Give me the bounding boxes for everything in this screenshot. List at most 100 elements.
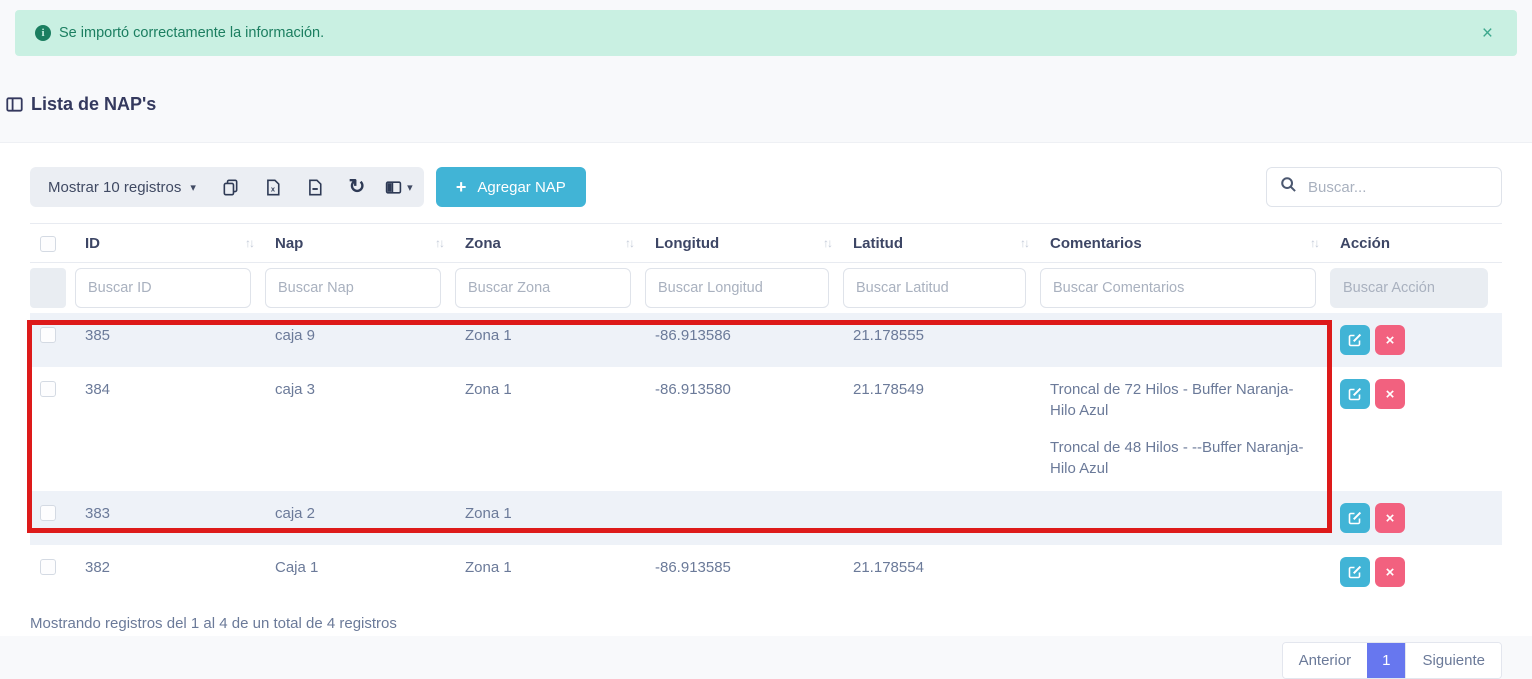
- comment-line: Troncal de 48 Hilos - --Buffer Naranja- …: [1050, 437, 1320, 479]
- cell-comentarios: [1040, 545, 1330, 599]
- edit-icon: [1348, 565, 1362, 579]
- cell-id: 383: [75, 491, 265, 545]
- alert-message: Se importó correctamente la información.: [59, 25, 324, 41]
- plus-icon: +: [456, 178, 467, 196]
- edit-button[interactable]: [1340, 503, 1370, 533]
- sort-icon: ↑↓: [823, 236, 833, 250]
- edit-icon: [1348, 333, 1362, 347]
- column-visibility-button[interactable]: ▾: [378, 167, 420, 207]
- cell-id: 385: [75, 313, 265, 367]
- pagination-container: Anterior 1 Siguiente: [30, 642, 1502, 679]
- header-zona[interactable]: Zona↑↓: [455, 224, 645, 263]
- success-alert: i Se importó correctamente la informació…: [15, 10, 1517, 56]
- add-nap-label: Agregar NAP: [477, 179, 565, 196]
- cell-nap: caja 3: [265, 367, 455, 491]
- filter-accion-input: [1330, 268, 1488, 308]
- pdf-export-button[interactable]: [294, 167, 336, 207]
- table-icon: [6, 96, 23, 113]
- delete-button[interactable]: ×: [1375, 379, 1405, 409]
- cell-comentarios: [1040, 491, 1330, 545]
- header-id[interactable]: ID↑↓: [75, 224, 265, 263]
- edit-button[interactable]: [1340, 325, 1370, 355]
- filter-zona-input[interactable]: [455, 268, 631, 308]
- row-actions: ×: [1340, 379, 1492, 409]
- refresh-button[interactable]: ↻: [336, 167, 378, 207]
- table-toolbar: Mostrar 10 registros ▾: [30, 167, 1502, 207]
- filter-nap-input[interactable]: [265, 268, 441, 308]
- table-row: 383 caja 2 Zona 1: [30, 491, 1502, 545]
- header-select-all: [30, 224, 75, 263]
- cell-longitud: [645, 491, 843, 545]
- table-tools-group: Mostrar 10 registros ▾: [30, 167, 424, 207]
- table-row: 385 caja 9 Zona 1 -86.913586 21.178555: [30, 313, 1502, 367]
- cell-comentarios: [1040, 313, 1330, 367]
- chevron-down-icon: ▾: [407, 181, 413, 194]
- header-nap[interactable]: Nap↑↓: [265, 224, 455, 263]
- global-search-input[interactable]: [1308, 179, 1488, 196]
- chevron-down-icon: ▾: [190, 181, 196, 194]
- delete-button[interactable]: ×: [1375, 503, 1405, 533]
- global-search-box: [1266, 167, 1502, 207]
- edit-icon: [1348, 511, 1362, 525]
- filter-comentarios-input[interactable]: [1040, 268, 1316, 308]
- filter-checkbox-placeholder: [30, 268, 66, 308]
- row-actions: ×: [1340, 325, 1492, 355]
- cell-longitud: -86.913585: [645, 545, 843, 599]
- cell-zona: Zona 1: [455, 545, 645, 599]
- copy-button[interactable]: [210, 167, 252, 207]
- add-nap-button[interactable]: + Agregar NAP: [436, 167, 586, 207]
- cell-longitud: -86.913580: [645, 367, 843, 491]
- table-row: 382 Caja 1 Zona 1 -86.913585 21.178554: [30, 545, 1502, 599]
- page-length-label: Mostrar 10 registros: [48, 179, 181, 196]
- row-checkbox[interactable]: [40, 559, 56, 575]
- cell-latitud: 21.178549: [843, 367, 1040, 491]
- copy-icon: [222, 179, 239, 196]
- delete-button[interactable]: ×: [1375, 325, 1405, 355]
- header-comentarios[interactable]: Comentarios↑↓: [1040, 224, 1330, 263]
- delete-button[interactable]: ×: [1375, 557, 1405, 587]
- header-accion: Acción: [1330, 224, 1502, 263]
- comment-line: Troncal de 72 Hilos - Buffer Naranja- Hi…: [1050, 379, 1320, 421]
- cell-latitud: 21.178555: [843, 313, 1040, 367]
- header-latitud[interactable]: Latitud↑↓: [843, 224, 1040, 263]
- filter-latitud-input[interactable]: [843, 268, 1026, 308]
- info-icon: i: [35, 25, 51, 41]
- excel-export-button[interactable]: x: [252, 167, 294, 207]
- cell-latitud: 21.178554: [843, 545, 1040, 599]
- cell-id: 382: [75, 545, 265, 599]
- row-checkbox[interactable]: [40, 327, 56, 343]
- sort-icon: ↑↓: [625, 236, 635, 250]
- page: i Se importó correctamente la informació…: [0, 10, 1532, 670]
- svg-text:x: x: [271, 184, 276, 193]
- sort-icon: ↑↓: [245, 236, 255, 250]
- nap-table-card: Mostrar 10 registros ▾: [0, 142, 1532, 636]
- sort-icon: ↑↓: [1020, 236, 1030, 250]
- pagination: Anterior 1 Siguiente: [1282, 642, 1502, 679]
- edit-icon: [1348, 387, 1362, 401]
- sort-icon: ↑↓: [1310, 236, 1320, 250]
- cell-latitud: [843, 491, 1040, 545]
- select-all-checkbox[interactable]: [40, 236, 56, 252]
- filter-longitud-input[interactable]: [645, 268, 829, 308]
- filter-id-input[interactable]: [75, 268, 251, 308]
- pagination-page-1[interactable]: 1: [1367, 643, 1405, 678]
- sort-icon: ↑↓: [435, 236, 445, 250]
- row-checkbox[interactable]: [40, 505, 56, 521]
- cell-zona: Zona 1: [455, 367, 645, 491]
- alert-close-button[interactable]: ×: [1478, 20, 1497, 47]
- header-longitud[interactable]: Longitud↑↓: [645, 224, 843, 263]
- row-checkbox[interactable]: [40, 381, 56, 397]
- edit-button[interactable]: [1340, 557, 1370, 587]
- table-header-row: ID↑↓ Nap↑↓ Zona↑↓ Longitud↑↓ Latitud↑↓: [30, 224, 1502, 263]
- excel-export-icon: x: [265, 179, 281, 196]
- refresh-icon: ↻: [349, 177, 366, 197]
- page-length-dropdown[interactable]: Mostrar 10 registros ▾: [34, 167, 210, 207]
- pdf-export-icon: [307, 179, 323, 196]
- pagination-previous[interactable]: Anterior: [1283, 643, 1368, 678]
- cell-id: 384: [75, 367, 265, 491]
- edit-button[interactable]: [1340, 379, 1370, 409]
- search-icon: [1280, 176, 1297, 198]
- cell-nap: caja 9: [265, 313, 455, 367]
- pagination-next[interactable]: Siguiente: [1405, 643, 1501, 678]
- row-actions: ×: [1340, 557, 1492, 587]
